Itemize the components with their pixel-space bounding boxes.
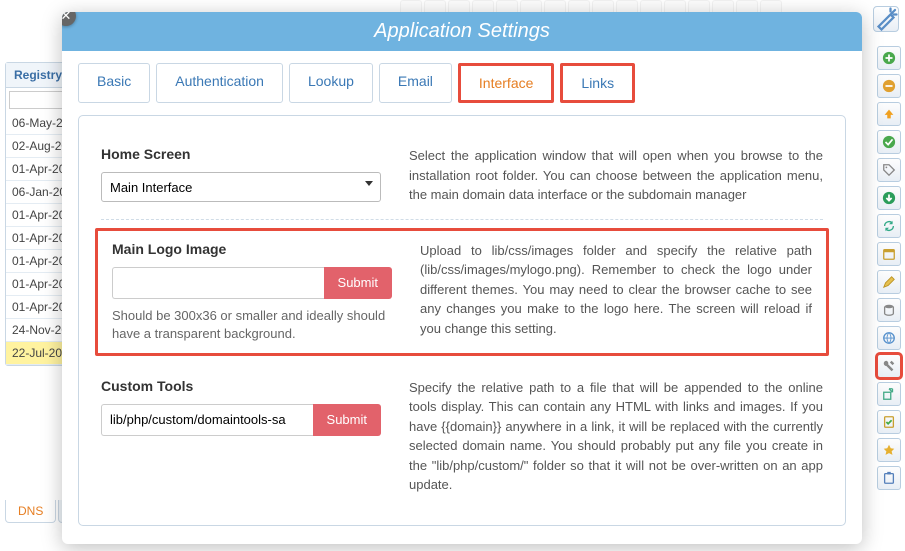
logo-desc: Upload to lib/css/images folder and spec…	[420, 241, 812, 343]
bottom-tab-dns[interactable]: DNS	[5, 500, 56, 523]
edit-icon[interactable]	[877, 270, 901, 294]
export-icon[interactable]	[877, 382, 901, 406]
tag-icon[interactable]	[877, 158, 901, 182]
add-icon[interactable]	[877, 46, 901, 70]
logo-hint: Should be 300x36 or smaller and ideally …	[112, 307, 392, 343]
clipboard-icon[interactable]	[877, 466, 901, 490]
settings-tabs: BasicAuthenticationLookupEmailInterfaceL…	[78, 63, 846, 103]
logo-title: Main Logo Image	[112, 241, 392, 257]
tools-icon[interactable]	[877, 354, 901, 378]
download-icon[interactable]	[877, 186, 901, 210]
section-custom: Custom Tools Submit Specify the relative…	[101, 364, 823, 509]
settings-panel: Home Screen Main Interface Select the ap…	[78, 115, 846, 526]
tab-authentication[interactable]: Authentication	[156, 63, 283, 103]
custom-desc: Specify the relative path to a file that…	[409, 378, 823, 495]
home-select[interactable]: Main Interface	[101, 172, 381, 202]
right-toolbar	[877, 46, 903, 490]
remove-icon[interactable]	[877, 74, 901, 98]
section-home: Home Screen Main Interface Select the ap…	[101, 132, 823, 220]
check-icon[interactable]	[877, 130, 901, 154]
tab-email[interactable]: Email	[379, 63, 452, 103]
refresh-icon[interactable]	[877, 214, 901, 238]
custom-submit-button[interactable]: Submit	[313, 404, 381, 436]
db-icon[interactable]	[877, 298, 901, 322]
tab-basic[interactable]: Basic	[78, 63, 150, 103]
home-title: Home Screen	[101, 146, 381, 162]
custom-input[interactable]	[101, 404, 313, 436]
globe-icon[interactable]	[877, 326, 901, 350]
approve-icon[interactable]	[877, 410, 901, 434]
tab-links[interactable]: Links	[560, 63, 635, 103]
calendar-icon[interactable]	[877, 242, 901, 266]
modal-title: Application Settings	[62, 12, 862, 51]
tab-lookup[interactable]: Lookup	[289, 63, 373, 103]
star-icon[interactable]	[877, 438, 901, 462]
up-icon[interactable]	[877, 102, 901, 126]
logo-input[interactable]	[112, 267, 324, 299]
settings-modal: ✕ Application Settings BasicAuthenticati…	[62, 12, 862, 544]
logo-submit-button[interactable]: Submit	[324, 267, 392, 299]
section-logo: Main Logo Image Submit Should be 300x36 …	[95, 228, 829, 356]
custom-title: Custom Tools	[101, 378, 381, 394]
wand-icon[interactable]	[873, 6, 899, 32]
tab-interface[interactable]: Interface	[458, 63, 554, 103]
home-desc: Select the application window that will …	[409, 146, 823, 205]
